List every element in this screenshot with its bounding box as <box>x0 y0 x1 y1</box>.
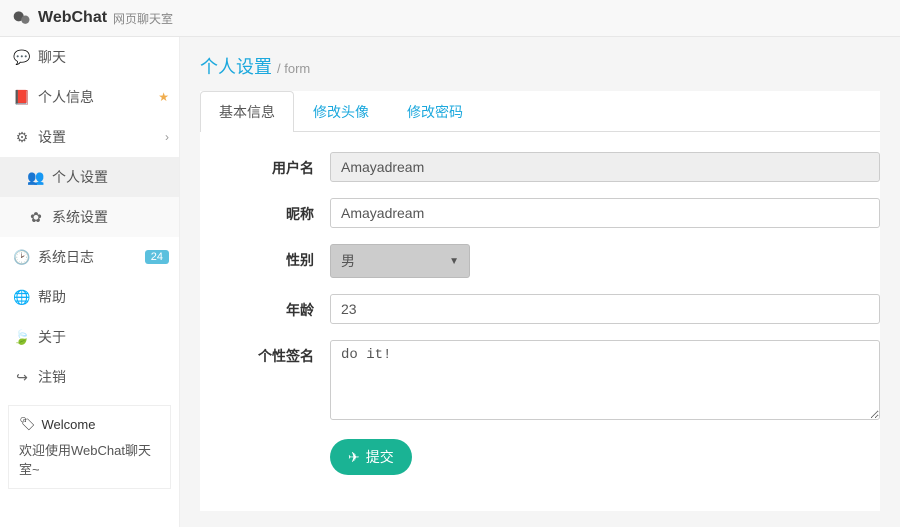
sidebar-item-label: 关于 <box>38 327 66 347</box>
welcome-text: 欢迎使用WebChat聊天室~ <box>19 440 160 478</box>
submit-button[interactable]: ✈ 提交 <box>330 439 412 475</box>
caret-down-icon: ▼ <box>449 256 459 267</box>
users-icon: 👥 <box>28 169 44 186</box>
gear-icon: ⚙ <box>14 129 30 146</box>
page-title: 个人设置 / form <box>200 53 880 79</box>
comment-icon: 💬 <box>14 49 30 66</box>
badge-count: 24 <box>145 250 169 264</box>
sidebar-item-chat[interactable]: 💬 聊天 <box>0 37 179 77</box>
sidebar-item-about[interactable]: 🍃 关于 <box>0 317 179 357</box>
sidebar-item-settings[interactable]: ⚙ 设置 › <box>0 117 179 157</box>
page-title-text: 个人设置 <box>200 57 272 77</box>
sidebar-item-logs[interactable]: 🕑 系统日志 24 <box>0 237 179 277</box>
sidebar-item-logout[interactable]: ↪ 注销 <box>0 357 179 397</box>
label-age: 年龄 <box>200 294 330 320</box>
tab-basic-info[interactable]: 基本信息 <box>200 91 294 132</box>
star-icon: ★ <box>158 90 169 104</box>
brand-subtitle: 网页聊天室 <box>113 10 173 27</box>
sidebar-item-label: 个人信息 <box>38 87 94 107</box>
chevron-right-icon: › <box>165 130 169 144</box>
welcome-title: Welcome <box>42 417 96 432</box>
select-gender-value: 男 <box>341 251 355 271</box>
tabs: 基本信息 修改头像 修改密码 <box>200 91 880 132</box>
logout-icon: ↪ <box>14 369 30 386</box>
label-username: 用户名 <box>200 152 330 178</box>
sidebar-item-personal-settings[interactable]: 👥 个人设置 <box>0 157 179 197</box>
brand-name: WebChat <box>38 9 107 27</box>
main-content: 个人设置 / form 基本信息 修改头像 修改密码 用户名 昵称 性别 男 <box>180 37 900 527</box>
sidebar: 💬 聊天 📕 个人信息 ★ ⚙ 设置 › 👥 个人设置 ✿ 系统设置 🕑 系统日… <box>0 37 180 527</box>
sidebar-item-system-settings[interactable]: ✿ 系统设置 <box>0 197 179 237</box>
tab-password[interactable]: 修改密码 <box>388 91 482 132</box>
profile-form: 用户名 昵称 性别 男 ▼ 年龄 个性签名 <box>200 132 880 511</box>
leaf-icon: 🍃 <box>14 329 30 346</box>
textarea-signature[interactable]: do it! <box>330 340 880 420</box>
sidebar-item-profile[interactable]: 📕 个人信息 ★ <box>0 77 179 117</box>
sidebar-item-label: 注销 <box>38 367 66 387</box>
book-icon: 📕 <box>14 89 30 106</box>
input-age[interactable] <box>330 294 880 324</box>
page-title-sub: / form <box>277 61 310 76</box>
input-nickname[interactable] <box>330 198 880 228</box>
tag-icon: 🏷 <box>19 416 36 432</box>
wechat-icon <box>12 8 32 28</box>
label-nickname: 昵称 <box>200 198 330 224</box>
clock-icon: 🕑 <box>14 249 30 266</box>
sidebar-item-label: 系统设置 <box>52 207 108 227</box>
cog-icon: ✿ <box>28 209 44 226</box>
submit-label: 提交 <box>366 447 394 467</box>
globe-icon: 🌐 <box>14 289 30 306</box>
sidebar-item-label: 聊天 <box>38 47 66 67</box>
sidebar-item-label: 设置 <box>38 127 66 147</box>
tab-avatar[interactable]: 修改头像 <box>294 91 388 132</box>
label-gender: 性别 <box>200 244 330 270</box>
sidebar-item-label: 个人设置 <box>52 167 108 187</box>
paper-plane-icon: ✈ <box>348 449 360 466</box>
select-gender[interactable]: 男 ▼ <box>330 244 470 278</box>
sidebar-item-help[interactable]: 🌐 帮助 <box>0 277 179 317</box>
input-username <box>330 152 880 182</box>
sidebar-item-label: 帮助 <box>38 287 66 307</box>
label-signature: 个性签名 <box>200 340 330 366</box>
sidebar-item-label: 系统日志 <box>38 247 94 267</box>
welcome-panel: 🏷 Welcome 欢迎使用WebChat聊天室~ <box>8 405 171 489</box>
app-header: WebChat 网页聊天室 <box>0 0 900 37</box>
